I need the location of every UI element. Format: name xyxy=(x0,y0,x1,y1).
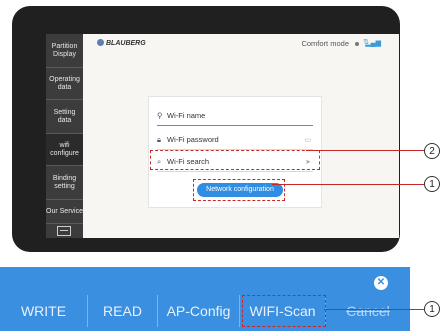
status-dot-icon xyxy=(355,42,359,46)
callout-line-1 xyxy=(272,184,424,186)
brand-mark-icon xyxy=(97,39,104,46)
wifi-password-field[interactable]: 🔒︎ Wi-Fi password ▭ xyxy=(157,135,313,150)
app-screen: Partition Display Operating data Setting… xyxy=(46,34,399,238)
sidebar-item-our-service[interactable]: Our Service xyxy=(46,200,83,224)
mode-label: Comfort mode xyxy=(301,39,349,48)
sidebar-item-label: Binding setting xyxy=(52,174,77,190)
sidebar-item-label: Our Service xyxy=(46,207,83,215)
exit-icon[interactable] xyxy=(57,226,71,236)
sidebar-item-setting-data[interactable]: Setting data xyxy=(46,100,83,134)
tablet-device: Partition Display Operating data Setting… xyxy=(12,6,400,252)
wifi-search-highlight xyxy=(150,150,320,170)
active-indicator xyxy=(83,145,89,155)
sidebar-item-binding-setting[interactable]: Binding setting xyxy=(46,166,83,200)
sidebar-item-label: wifi configure xyxy=(50,141,79,157)
header-bar: BLAUBERG Comfort mode ⇅ ▂▄▆ xyxy=(83,34,399,52)
sidebar-item-wifi-configure[interactable]: wifi configure xyxy=(46,134,83,166)
wifi-name-field[interactable]: ⚲ Wi-Fi name xyxy=(157,111,313,126)
read-button[interactable]: READ xyxy=(88,295,158,327)
sidebar: Partition Display Operating data Setting… xyxy=(46,34,83,238)
clear-icon[interactable]: ▭ xyxy=(304,136,311,144)
lock-icon: 🔒︎ xyxy=(157,135,161,144)
callout-3: 1 xyxy=(424,301,440,317)
sidebar-item-partition-display[interactable]: Partition Display xyxy=(46,34,83,68)
network-button-highlight xyxy=(193,179,285,201)
callout-2: 2 xyxy=(424,143,440,159)
bottom-toolbar: ✕ WRITE READ AP-Config WIFI-Scan Cancel xyxy=(0,267,410,331)
wifi-scan-highlight xyxy=(242,295,326,327)
callout-1: 1 xyxy=(424,176,440,192)
close-icon[interactable]: ✕ xyxy=(374,276,388,290)
sidebar-item-label: Operating data xyxy=(49,75,80,91)
callout-line-2 xyxy=(306,150,424,152)
signal-icon: ▂▄▆ xyxy=(365,40,381,47)
cancel-button[interactable]: Cancel xyxy=(326,295,410,327)
sidebar-item-operating-data[interactable]: Operating data xyxy=(46,68,83,100)
brand-logo: BLAUBERG xyxy=(97,39,146,47)
ap-config-button[interactable]: AP-Config xyxy=(158,295,240,327)
person-icon: ⚲ xyxy=(157,111,163,120)
write-button[interactable]: WRITE xyxy=(0,295,88,327)
sidebar-item-label: Setting data xyxy=(53,108,76,124)
sidebar-item-label: Partition Display xyxy=(51,42,78,58)
callout-line-3 xyxy=(324,309,424,311)
